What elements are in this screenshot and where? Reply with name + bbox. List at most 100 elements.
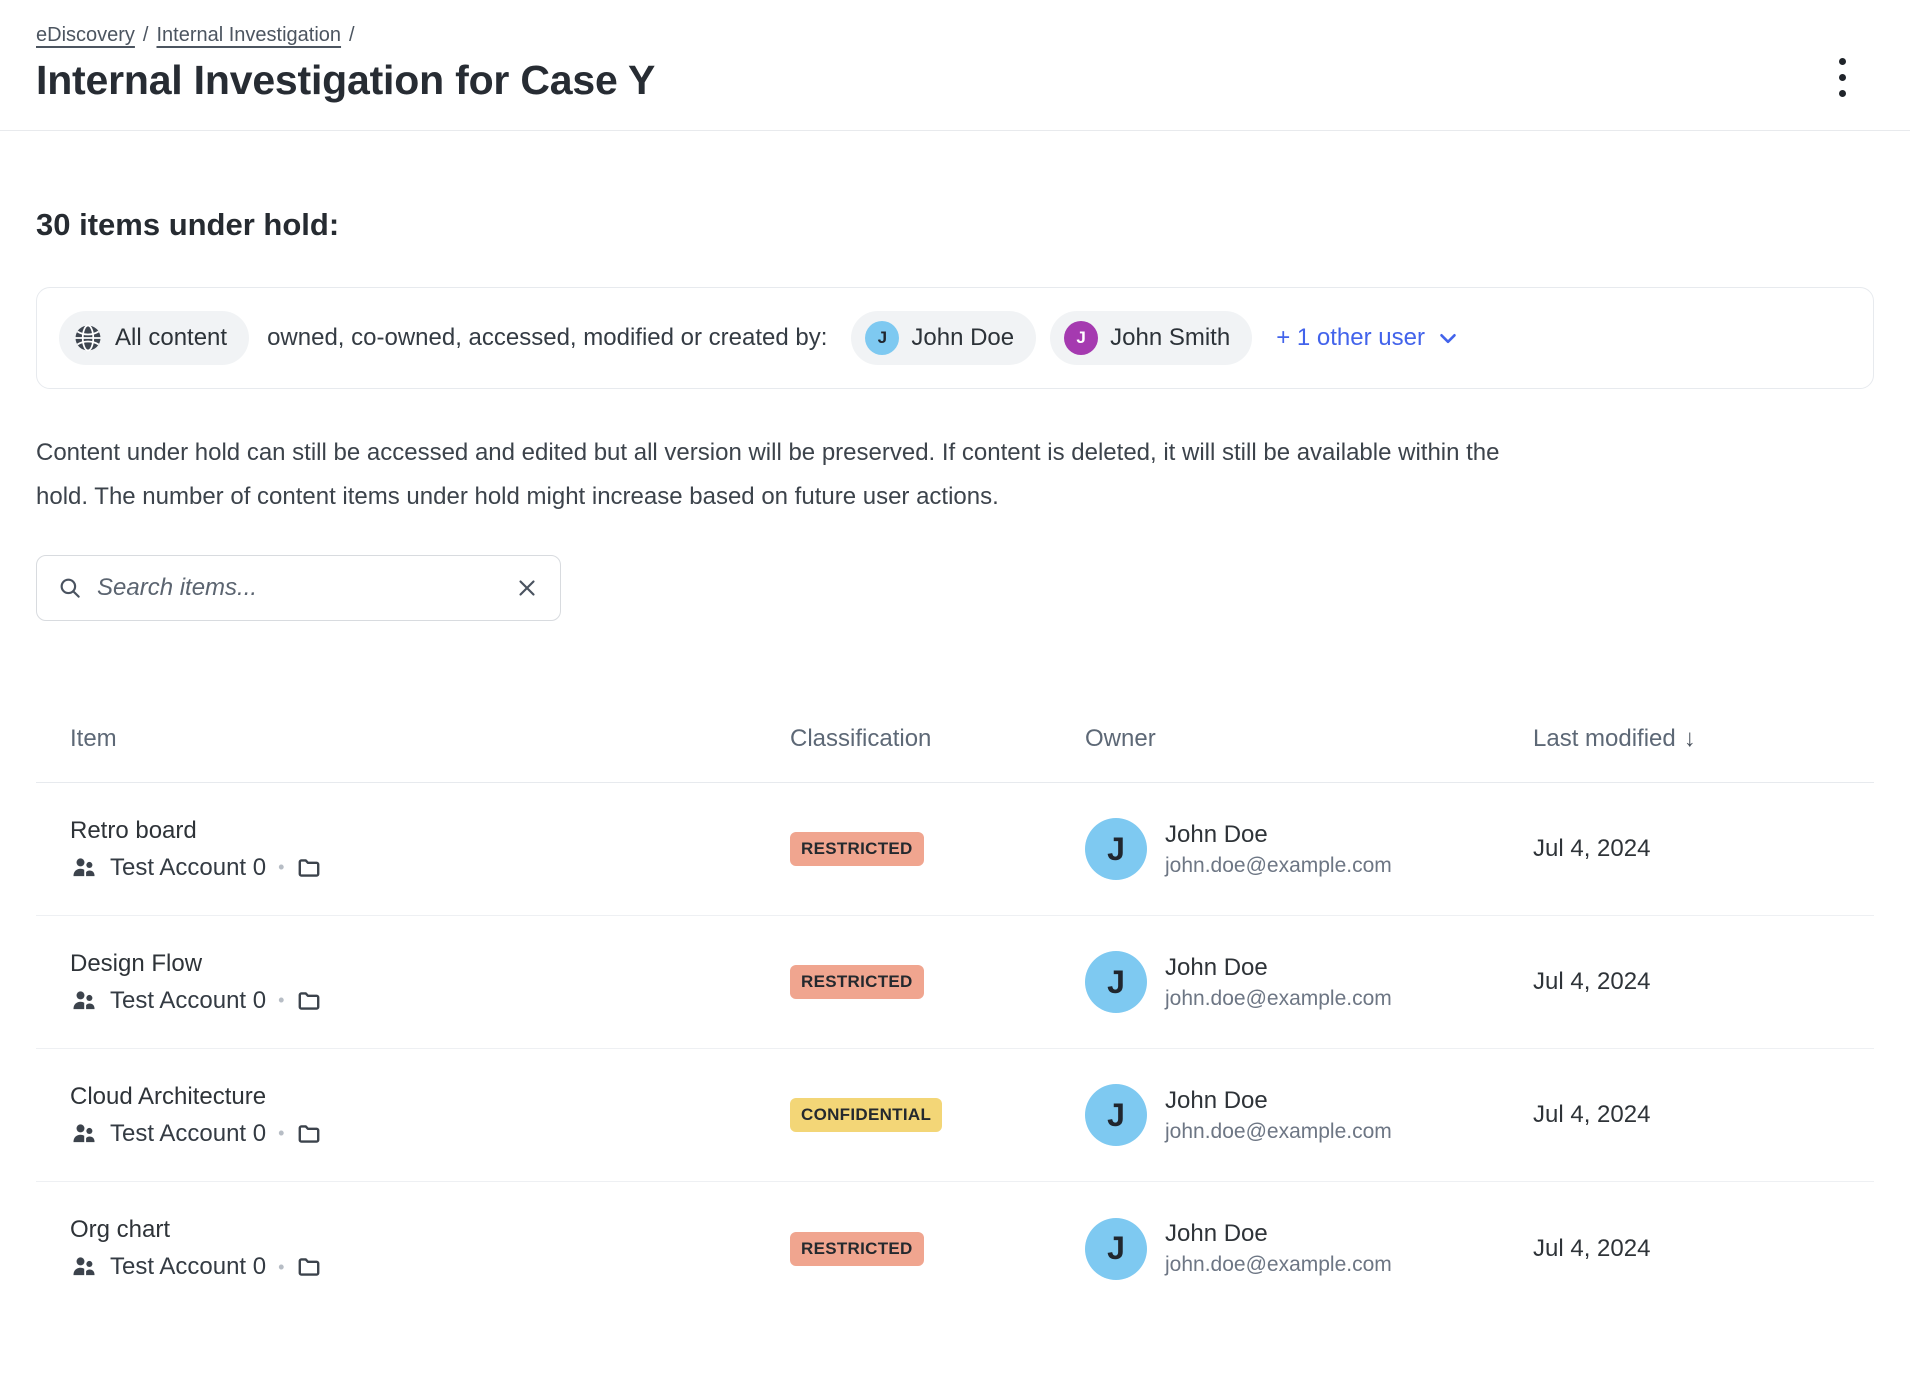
owner-cell: J John Doe john.doe@example.com (1085, 1084, 1533, 1146)
avatar: J (865, 321, 899, 355)
people-icon (70, 987, 98, 1015)
globe-icon (73, 323, 103, 353)
page-title: Internal Investigation for Case Y (36, 57, 655, 104)
owner-name: John Doe (1165, 821, 1392, 849)
clear-search-button[interactable] (514, 575, 540, 601)
dot-separator: • (278, 857, 284, 878)
item-meta: Test Account 0 • (70, 854, 790, 882)
all-content-chip-label: All content (115, 324, 227, 352)
column-header-last-modified[interactable]: Last modified ↓ (1533, 725, 1874, 753)
last-modified: Jul 4, 2024 (1533, 1101, 1874, 1129)
hold-count-heading: 30 items under hold: (36, 207, 1874, 243)
owner-email: john.doe@example.com (1165, 987, 1392, 1011)
user-chip[interactable]: J John Doe (851, 311, 1036, 365)
folder-icon (296, 988, 322, 1014)
avatar: J (1085, 818, 1147, 880)
breadcrumb: eDiscovery / Internal Investigation / (36, 24, 655, 47)
header-left: eDiscovery / Internal Investigation / Inter… (36, 24, 655, 104)
column-header-item[interactable]: Item (36, 725, 790, 753)
sort-desc-icon: ↓ (1684, 725, 1696, 752)
main-content: 30 items under hold: All content owned, … (0, 207, 1910, 1315)
item-title: Retro board (70, 817, 790, 845)
item-meta: Test Account 0 • (70, 987, 790, 1015)
scope-description: owned, co-owned, accessed, modified or c… (267, 324, 827, 352)
classification-badge: RESTRICTED (790, 1232, 924, 1266)
user-chip[interactable]: J John Smith (1050, 311, 1252, 365)
classification-cell: CONFIDENTIAL (790, 1098, 1085, 1132)
owner-cell: J John Doe john.doe@example.com (1085, 1218, 1533, 1280)
dot-separator: • (278, 1257, 284, 1278)
kebab-icon (1839, 58, 1846, 65)
item-meta: Test Account 0 • (70, 1253, 790, 1281)
search-box (36, 555, 561, 621)
last-modified: Jul 4, 2024 (1533, 1235, 1874, 1263)
owner-text: John Doe john.doe@example.com (1165, 1087, 1392, 1144)
hold-notice-text: Content under hold can still be accessed… (36, 431, 1541, 519)
breadcrumb-link-internal-investigation[interactable]: Internal Investigation (156, 24, 341, 46)
more-users-link[interactable]: + 1 other user (1276, 324, 1461, 352)
items-table: Item Classification Owner Last modified ↓… (36, 695, 1874, 1315)
avatar: J (1085, 951, 1147, 1013)
avatar: J (1085, 1084, 1147, 1146)
owner-text: John Doe john.doe@example.com (1165, 821, 1392, 878)
table-row[interactable]: Cloud Architecture Test Account 0 • (36, 1049, 1874, 1182)
owner-cell: J John Doe john.doe@example.com (1085, 818, 1533, 880)
people-icon (70, 1253, 98, 1281)
item-meta: Test Account 0 • (70, 1120, 790, 1148)
avatar: J (1085, 1218, 1147, 1280)
hold-scope-bar: All content owned, co-owned, accessed, m… (36, 287, 1874, 389)
classification-badge: RESTRICTED (790, 832, 924, 866)
breadcrumb-link-ediscovery[interactable]: eDiscovery (36, 24, 135, 46)
owner-name: John Doe (1165, 1087, 1392, 1115)
search-input[interactable] (97, 574, 500, 602)
search-icon (57, 575, 83, 601)
avatar: J (1064, 321, 1098, 355)
items-table-body: Retro board Test Account 0 • (36, 783, 1874, 1315)
table-row[interactable]: Org chart Test Account 0 • (36, 1182, 1874, 1315)
table-row[interactable]: Retro board Test Account 0 • (36, 783, 1874, 916)
item-title: Org chart (70, 1216, 790, 1244)
classification-badge: CONFIDENTIAL (790, 1098, 942, 1132)
user-chip-list: J John Doe J John Smith (851, 311, 1252, 365)
breadcrumb-separator: / (349, 24, 355, 46)
classification-cell: RESTRICTED (790, 965, 1085, 999)
breadcrumb-separator: / (143, 24, 149, 46)
folder-icon (296, 1254, 322, 1280)
folder-icon (296, 1121, 322, 1147)
close-icon (514, 575, 540, 601)
column-header-last-modified-label: Last modified (1533, 725, 1676, 752)
dot-separator: • (278, 990, 284, 1011)
last-modified: Jul 4, 2024 (1533, 968, 1874, 996)
item-cell: Retro board Test Account 0 • (36, 817, 790, 882)
table-row[interactable]: Design Flow Test Account 0 • (36, 916, 1874, 1049)
item-account: Test Account 0 (110, 1120, 266, 1148)
item-account: Test Account 0 (110, 854, 266, 882)
column-header-classification[interactable]: Classification (790, 725, 1085, 753)
owner-text: John Doe john.doe@example.com (1165, 954, 1392, 1011)
all-content-chip[interactable]: All content (59, 311, 249, 365)
column-header-owner[interactable]: Owner (1085, 725, 1533, 753)
owner-email: john.doe@example.com (1165, 1120, 1392, 1144)
item-cell: Cloud Architecture Test Account 0 • (36, 1083, 790, 1148)
more-users-label: + 1 other user (1276, 324, 1425, 352)
owner-email: john.doe@example.com (1165, 854, 1392, 878)
people-icon (70, 1120, 98, 1148)
page-header: eDiscovery / Internal Investigation / Inter… (0, 0, 1910, 131)
people-icon (70, 854, 98, 882)
item-cell: Org chart Test Account 0 • (36, 1216, 790, 1281)
more-options-button[interactable] (1835, 54, 1850, 101)
classification-badge: RESTRICTED (790, 965, 924, 999)
item-title: Cloud Architecture (70, 1083, 790, 1111)
items-table-header: Item Classification Owner Last modified ↓ (36, 695, 1874, 783)
owner-name: John Doe (1165, 1220, 1392, 1248)
item-account: Test Account 0 (110, 987, 266, 1015)
dot-separator: • (278, 1123, 284, 1144)
item-account: Test Account 0 (110, 1253, 266, 1281)
owner-cell: J John Doe john.doe@example.com (1085, 951, 1533, 1013)
owner-text: John Doe john.doe@example.com (1165, 1220, 1392, 1277)
last-modified: Jul 4, 2024 (1533, 835, 1874, 863)
user-chip-name: John Smith (1110, 324, 1230, 352)
owner-email: john.doe@example.com (1165, 1253, 1392, 1277)
owner-name: John Doe (1165, 954, 1392, 982)
classification-cell: RESTRICTED (790, 832, 1085, 866)
